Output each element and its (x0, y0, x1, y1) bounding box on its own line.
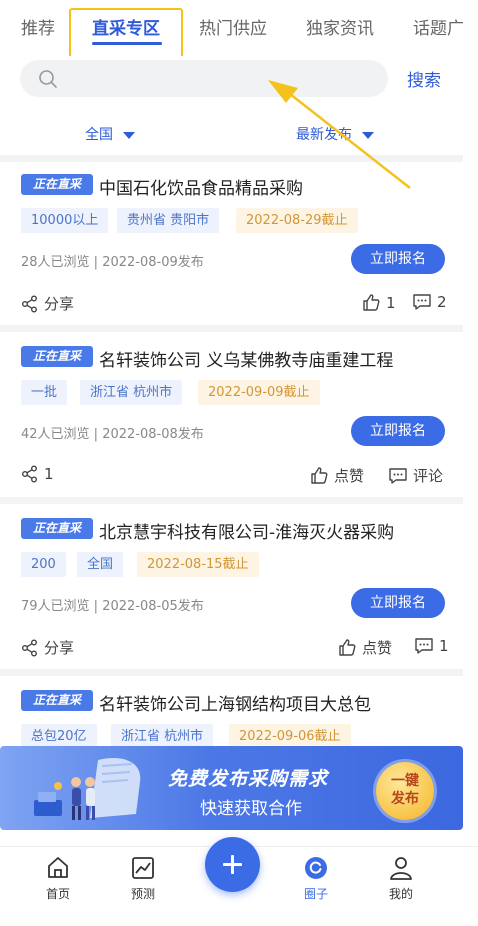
publish-date: 2022-08-08发布 (102, 427, 204, 442)
status-badge: 正在直采 (21, 518, 93, 539)
list-item[interactable]: 正在直采 北京慧宇科技有限公司-淮海灭火器采购 200 全国 2022-08-1… (0, 506, 463, 666)
share-icon (22, 639, 37, 656)
annotation-highlight-box (69, 8, 183, 56)
sort-filter-label: 最新发布 (296, 127, 352, 143)
nav-home[interactable]: 首页 (28, 855, 88, 902)
share-label: 1 (44, 465, 54, 483)
region-filter[interactable]: 全国 (85, 124, 135, 144)
banner-subtitle: 快速获取合作 (200, 799, 302, 819)
tag-deadline: 2022-08-29截止 (236, 208, 358, 233)
list-item[interactable]: 正在直采 名轩装饰公司 义乌某佛教寺庙重建工程 一批 浙江省 杭州市 2022-… (0, 334, 463, 494)
share-icon (22, 465, 37, 483)
like-button[interactable]: 点赞 (310, 465, 364, 486)
list-item[interactable]: 正在直采 中国石化饮品食品精品采购 10000以上 贵州省 贵阳市 2022-0… (0, 162, 463, 322)
card-title: 名轩装饰公司 义乌某佛教寺庙重建工程 (99, 351, 394, 371)
nav-home-label: 首页 (45, 887, 70, 901)
card-title: 名轩装饰公司上海钢结构项目大总包 (99, 695, 371, 715)
banner-illustration (34, 758, 141, 820)
tag-region: 浙江省 杭州市 (80, 380, 183, 405)
list-item[interactable]: 正在直采 名轩装饰公司上海钢结构项目大总包 总包20亿 浙江省 杭州市 2022… (0, 678, 463, 749)
comment-icon (415, 638, 433, 654)
share-icon (22, 295, 37, 312)
comment-icon (389, 467, 407, 484)
view-count: 28人已浏览 (21, 255, 90, 270)
circle-community-icon (305, 857, 327, 879)
add-post-button[interactable] (205, 837, 260, 892)
nav-profile[interactable]: 我的 (371, 855, 431, 902)
thumbs-up-icon (363, 294, 380, 311)
publish-date: 2022-08-05发布 (102, 599, 204, 614)
user-icon (390, 857, 412, 880)
banner-title: 免费发布采购需求 (168, 768, 329, 790)
home-icon (48, 857, 68, 878)
publish-button-line1: 一键 (391, 773, 419, 789)
comment-button[interactable]: 2 (412, 293, 447, 311)
thumbs-up-icon (311, 467, 328, 484)
tag-quantity: 200 (21, 552, 66, 577)
comment-label: 评论 (413, 467, 444, 485)
publish-button-line2: 发布 (391, 791, 419, 807)
tag-deadline: 2022-09-09截止 (198, 380, 320, 405)
apply-button[interactable]: 立即报名 (351, 416, 445, 446)
divider (0, 669, 463, 676)
nav-circle-label: 圈子 (303, 887, 328, 901)
tab-hot-supply[interactable]: 热门供应 (199, 14, 267, 39)
share-button[interactable]: 分享 (21, 637, 74, 658)
like-label: 点赞 (362, 639, 393, 657)
divider (0, 325, 463, 332)
comment-icon (413, 294, 431, 310)
view-count: 42人已浏览 (21, 427, 90, 442)
apply-button[interactable]: 立即报名 (351, 244, 445, 274)
comment-button[interactable]: 1 (414, 637, 449, 655)
card-title: 中国石化饮品食品精品采购 (99, 179, 303, 199)
comment-count: 2 (437, 293, 447, 311)
region-filter-label: 全国 (85, 127, 113, 143)
status-badge: 正在直采 (21, 346, 93, 367)
publish-date: 2022-08-09发布 (102, 255, 204, 270)
share-button[interactable]: 1 (21, 465, 54, 483)
nav-forecast[interactable]: 预测 (113, 855, 173, 902)
caret-down-icon (362, 131, 374, 139)
share-label: 分享 (44, 639, 75, 657)
search-input[interactable] (20, 60, 388, 97)
caret-down-icon (123, 131, 135, 139)
comment-button[interactable]: 评论 (388, 465, 443, 486)
status-badge: 正在直采 (21, 690, 93, 711)
tab-recommend[interactable]: 推荐 (21, 14, 55, 39)
like-button[interactable]: 1 (362, 293, 396, 312)
card-title: 北京慧宇科技有限公司-淮海灭火器采购 (99, 523, 395, 543)
view-count: 79人已浏览 (21, 599, 90, 614)
trend-chart-icon (132, 857, 154, 879)
status-badge: 正在直采 (21, 174, 93, 195)
nav-circle[interactable]: 圈子 (286, 855, 346, 902)
card-meta: 42人已浏览 | 2022-08-08发布 (21, 427, 204, 442)
tab-topics[interactable]: 话题广 (413, 14, 464, 39)
tag-quantity: 10000以上 (21, 208, 109, 233)
one-click-publish-button[interactable]: 一键 发布 (376, 762, 434, 820)
search-icon (39, 70, 57, 88)
card-meta: 28人已浏览 | 2022-08-09发布 (21, 255, 204, 270)
publish-demand-banner[interactable]: 免费发布采购需求 快速获取合作 一键 发布 (0, 746, 463, 830)
top-tab-bar: 推荐 直采专区 热门供应 独家资讯 话题广 (0, 0, 478, 56)
apply-button[interactable]: 立即报名 (351, 588, 445, 618)
search-button[interactable]: 搜索 (407, 66, 441, 91)
tab-exclusive-news[interactable]: 独家资讯 (306, 14, 374, 39)
like-button[interactable]: 点赞 (338, 637, 392, 658)
sort-filter[interactable]: 最新发布 (296, 124, 374, 144)
tag-quantity: 一批 (21, 380, 68, 405)
like-count: 1 (386, 293, 396, 312)
tag-deadline: 2022-08-15截止 (137, 552, 259, 577)
nav-forecast-label: 预测 (130, 887, 155, 901)
tag-region: 全国 (77, 552, 124, 577)
like-label: 点赞 (334, 467, 365, 485)
nav-profile-label: 我的 (388, 887, 413, 901)
thumbs-up-icon (339, 639, 356, 656)
share-button[interactable]: 分享 (21, 293, 74, 314)
divider (0, 155, 463, 162)
share-label: 分享 (44, 295, 75, 313)
tag-region: 贵州省 贵阳市 (117, 208, 220, 233)
card-meta: 79人已浏览 | 2022-08-05发布 (21, 599, 204, 614)
comment-count: 1 (439, 637, 449, 655)
divider (0, 497, 463, 504)
